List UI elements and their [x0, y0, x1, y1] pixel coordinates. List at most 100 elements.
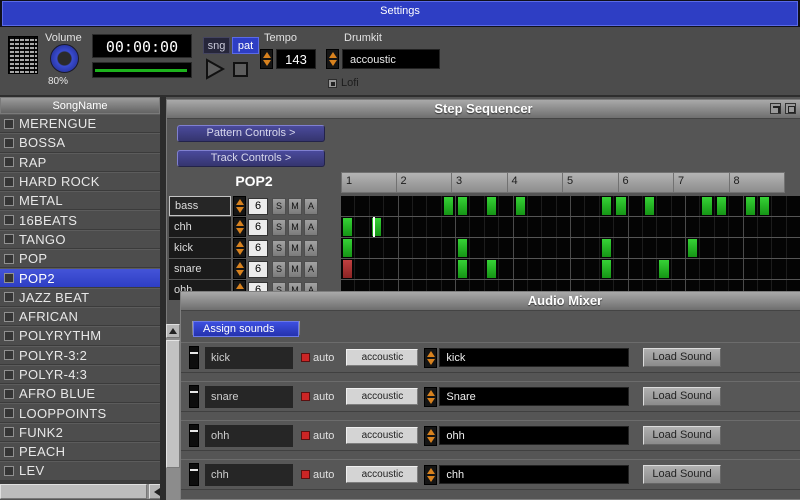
step-cell[interactable]: [557, 217, 571, 237]
scroll-up-button[interactable]: [166, 324, 180, 338]
step-cell[interactable]: [413, 259, 428, 279]
step-cell[interactable]: [384, 196, 399, 216]
step-cell[interactable]: [643, 196, 658, 216]
step-cell[interactable]: [686, 196, 701, 216]
step-cell[interactable]: [686, 217, 701, 237]
track-arm-button[interactable]: A: [304, 197, 318, 215]
step-cell[interactable]: [427, 238, 442, 258]
step-cell[interactable]: [700, 259, 715, 279]
step-cell[interactable]: [470, 238, 485, 258]
track-mute-button[interactable]: M: [288, 218, 302, 236]
spinner-down-icon[interactable]: [426, 358, 435, 365]
step-cell[interactable]: [470, 196, 485, 216]
step-cell[interactable]: [456, 196, 471, 216]
step-cell[interactable]: [427, 217, 442, 237]
sidebar-item-pop2[interactable]: POP2: [0, 268, 160, 288]
step-cell[interactable]: [427, 196, 442, 216]
track-mute-button[interactable]: M: [288, 260, 302, 278]
step-cell[interactable]: [542, 259, 557, 279]
step-cell[interactable]: [370, 259, 385, 279]
step-cell[interactable]: [571, 259, 586, 279]
step-cell[interactable]: [499, 217, 514, 237]
step-cell[interactable]: [413, 238, 428, 258]
sidebar-item-afro-blue[interactable]: AFRO BLUE: [0, 384, 160, 404]
detach-icon[interactable]: [770, 103, 781, 114]
track-name[interactable]: snare: [169, 259, 231, 279]
step-cell[interactable]: [470, 217, 485, 237]
step-cell[interactable]: [772, 259, 787, 279]
step-cell[interactable]: [686, 259, 701, 279]
step-cell[interactable]: [643, 217, 658, 237]
step-cell[interactable]: [542, 238, 557, 258]
track-stepper[interactable]: [233, 238, 246, 258]
step-cell[interactable]: [442, 238, 456, 258]
track-stepper[interactable]: [233, 259, 246, 279]
volume-fader[interactable]: [189, 385, 199, 408]
step-cell[interactable]: [399, 259, 413, 279]
auto-checkbox[interactable]: [301, 470, 310, 479]
step-cell[interactable]: [629, 217, 643, 237]
step-cell[interactable]: [585, 196, 600, 216]
spinner-up-icon[interactable]: [235, 241, 244, 247]
volume-knob[interactable]: [50, 44, 79, 73]
step-cell[interactable]: [528, 259, 543, 279]
step-cell[interactable]: [528, 238, 543, 258]
track-solo-button[interactable]: S: [272, 197, 286, 215]
step-cell[interactable]: [657, 196, 672, 216]
step-cell[interactable]: [341, 217, 356, 237]
step-cell[interactable]: [528, 217, 543, 237]
step-cell[interactable]: [384, 259, 399, 279]
step-cell[interactable]: [629, 238, 643, 258]
spinner-down-icon[interactable]: [235, 249, 244, 255]
mixer-titlebar[interactable]: Audio Mixer: [181, 292, 800, 311]
sidebar-item-pop[interactable]: POP: [0, 249, 160, 269]
step-cell[interactable]: [629, 259, 643, 279]
step-cell[interactable]: [585, 238, 600, 258]
sidebar-hscrollbar[interactable]: [0, 484, 164, 499]
step-cell[interactable]: [758, 259, 773, 279]
track-stepper[interactable]: [233, 217, 246, 237]
sidebar-item-rap[interactable]: RAP: [0, 152, 160, 172]
pattern-controls-button[interactable]: Pattern Controls >: [177, 125, 325, 142]
step-cell[interactable]: [672, 259, 686, 279]
step-cell[interactable]: [557, 196, 571, 216]
step-cell[interactable]: [729, 217, 744, 237]
sidebar-item-polyr-4-3[interactable]: POLYR-4:3: [0, 364, 160, 385]
tempo-stepper[interactable]: [260, 49, 273, 69]
spinner-up-icon[interactable]: [235, 262, 244, 268]
spinner-up-icon[interactable]: [262, 52, 271, 58]
step-cell[interactable]: [585, 259, 600, 279]
step-cell[interactable]: [700, 238, 715, 258]
step-cell[interactable]: [614, 196, 629, 216]
sidebar-item-polyr-3-2[interactable]: POLYR-3:2: [0, 345, 160, 365]
sidebar-item-funk2[interactable]: FUNK2: [0, 422, 160, 443]
step-cell[interactable]: [514, 196, 528, 216]
step-cell[interactable]: [571, 217, 586, 237]
kit-select[interactable]: accoustic: [346, 388, 419, 405]
step-cell[interactable]: [629, 196, 643, 216]
sound-name-field[interactable]: Snare: [439, 387, 630, 406]
step-cell[interactable]: [355, 238, 370, 258]
step-cell[interactable]: [499, 238, 514, 258]
step-cell[interactable]: [399, 238, 413, 258]
step-cell[interactable]: [715, 259, 730, 279]
track-solo-button[interactable]: S: [272, 239, 286, 257]
step-cell[interactable]: [370, 196, 385, 216]
step-cell[interactable]: [672, 238, 686, 258]
sidebar-item-bossa[interactable]: BOSSA: [0, 133, 160, 153]
spinner-down-icon[interactable]: [426, 436, 435, 443]
sidebar-item-16beats[interactable]: 16BEATS: [0, 210, 160, 230]
step-cell[interactable]: [370, 238, 385, 258]
step-cell[interactable]: [528, 196, 543, 216]
spinner-up-icon[interactable]: [235, 220, 244, 226]
drumkit-select[interactable]: accoustic: [342, 49, 440, 69]
step-cell[interactable]: [384, 238, 399, 258]
sidebar-item-merengue[interactable]: MERENGUE: [0, 114, 160, 134]
sidebar-item-metal[interactable]: METAL: [0, 191, 160, 211]
kit-select[interactable]: accoustic: [346, 466, 419, 483]
spinner-down-icon[interactable]: [328, 60, 337, 66]
step-cell[interactable]: [485, 238, 500, 258]
step-cell[interactable]: [614, 259, 629, 279]
pattern-mode-button[interactable]: pat: [232, 37, 259, 54]
track-solo-button[interactable]: S: [272, 218, 286, 236]
